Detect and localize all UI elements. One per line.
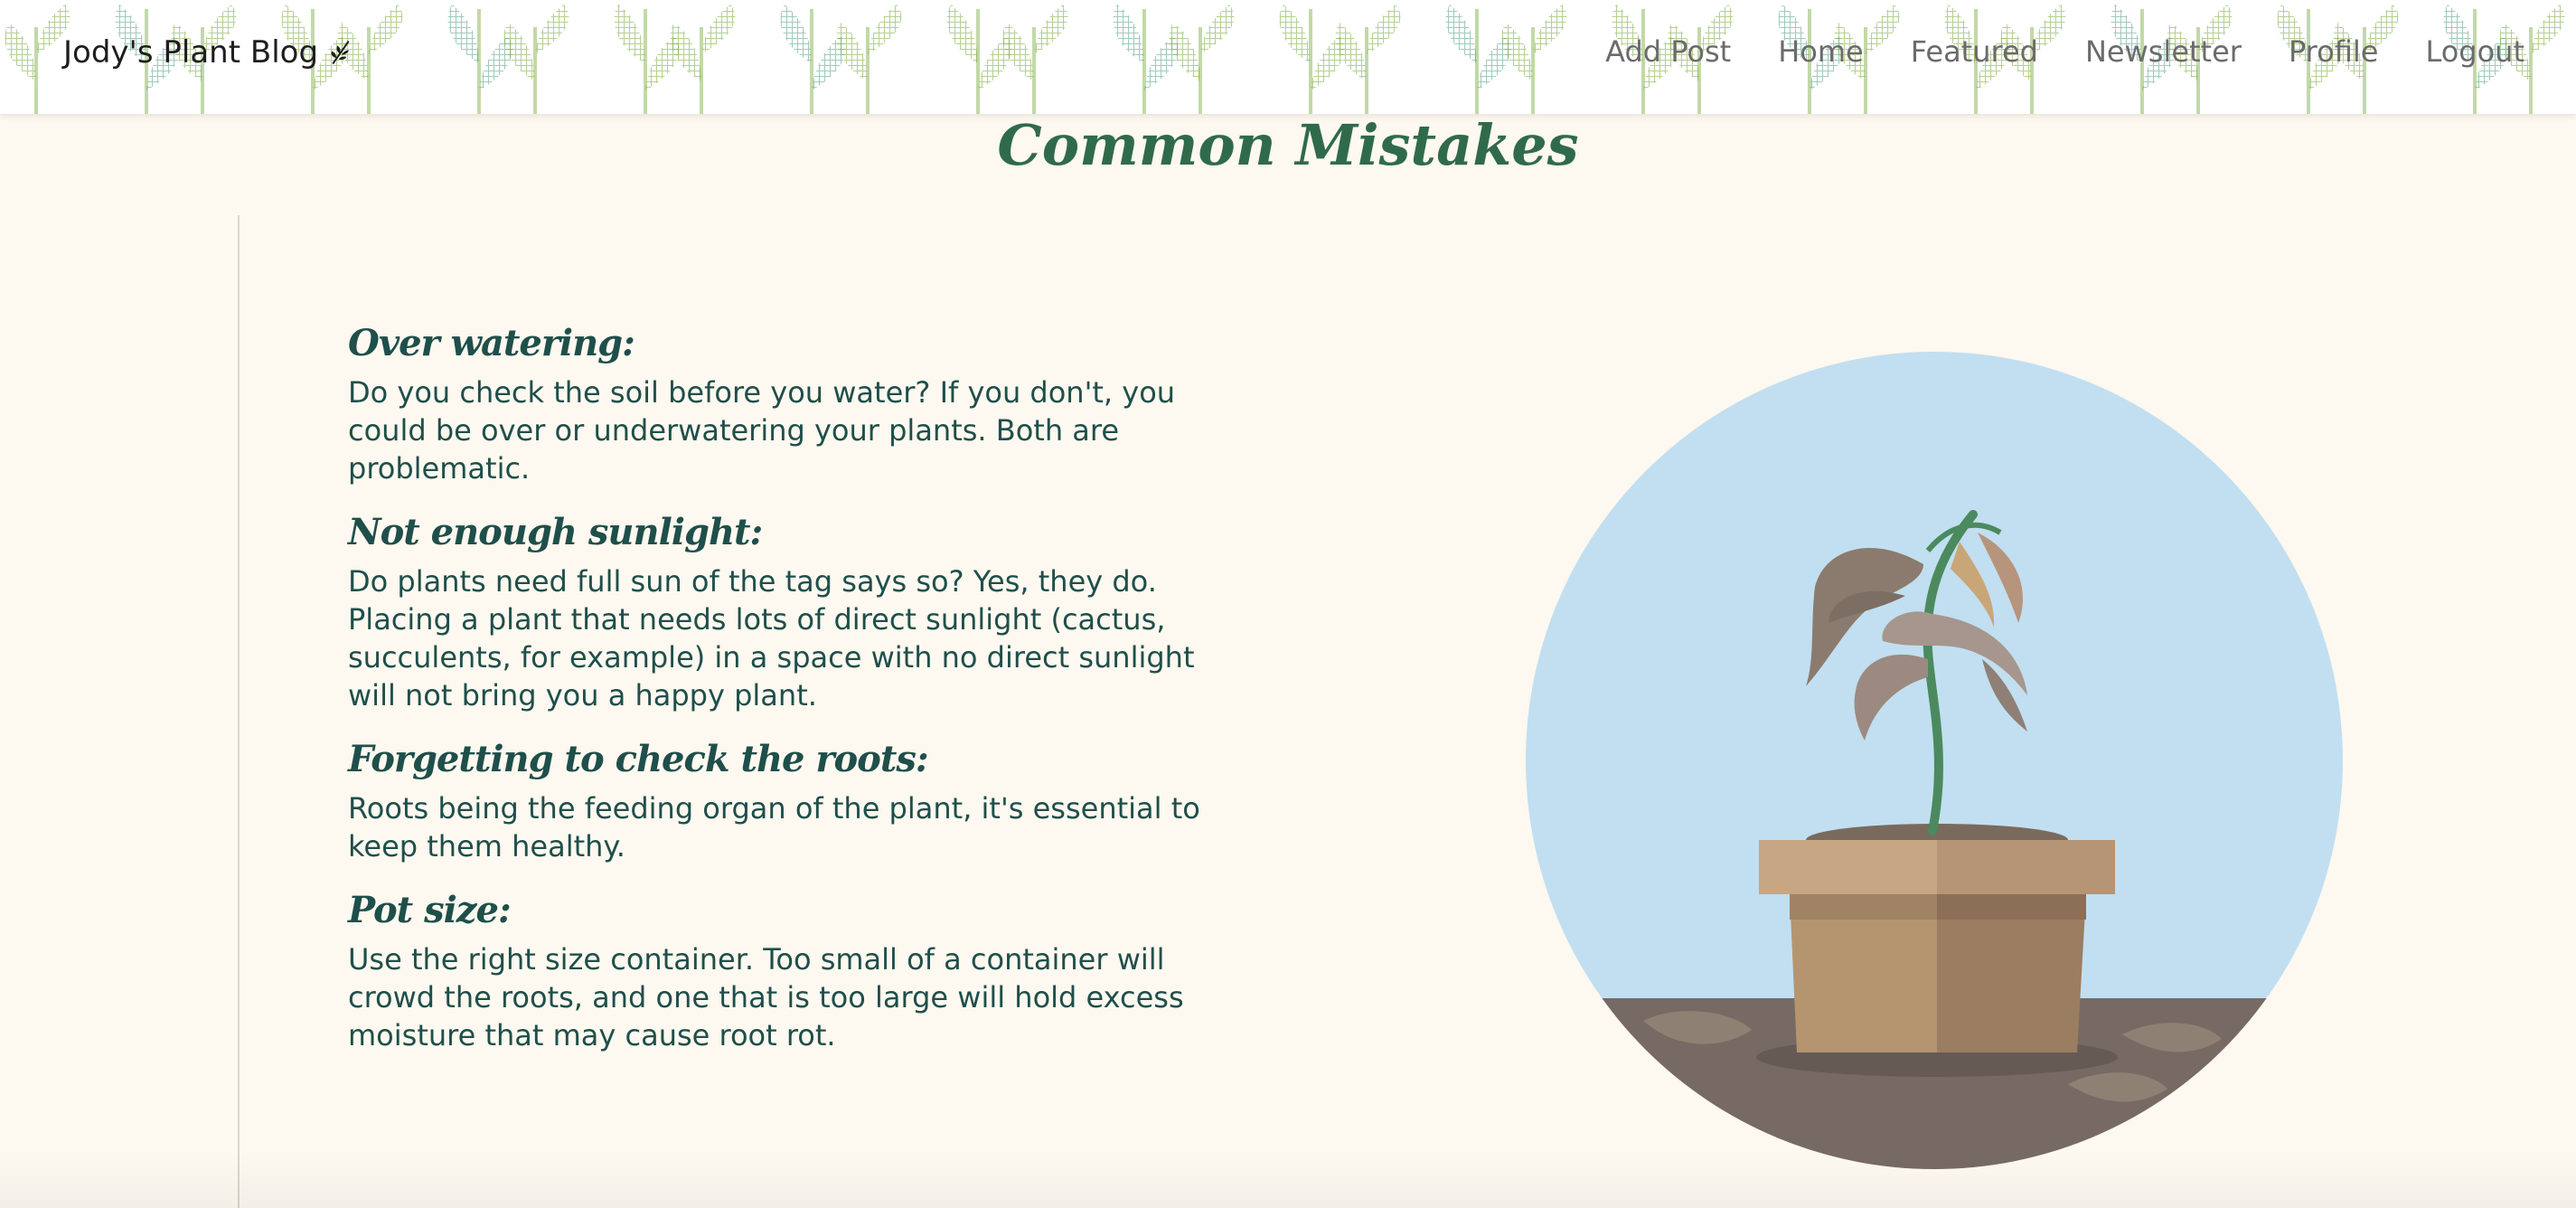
nav-newsletter[interactable]: Newsletter xyxy=(2085,34,2242,69)
brand-link[interactable]: Jody's Plant Blog xyxy=(63,34,354,71)
main-nav: Add Post Home Featured Newsletter Profil… xyxy=(1605,34,2524,69)
section-body: Roots being the feeding organ of the pla… xyxy=(348,791,1200,864)
section-heading: Not enough sunlight: xyxy=(348,511,763,553)
site-header: Jody's Plant Blog Add Post Home Featured… xyxy=(0,0,2576,114)
nav-profile[interactable]: Profile xyxy=(2289,34,2379,69)
page-title: Common Mistakes xyxy=(997,112,1579,178)
section-heading: Forgetting to check the roots: xyxy=(348,738,929,780)
section-sunlight: Not enough sunlight: Do plants need full… xyxy=(348,511,1216,714)
wilting-plant-illustration xyxy=(1526,352,2343,1169)
section-heading: Over watering: xyxy=(348,322,635,364)
bottom-shade xyxy=(0,1154,2576,1208)
section-over-watering: Over watering: Do you check the soil bef… xyxy=(348,322,1216,487)
section-heading: Pot size: xyxy=(348,889,512,931)
section-body: Do plants need full sun of the tag says … xyxy=(348,564,1195,713)
nav-featured[interactable]: Featured xyxy=(1911,34,2038,69)
nav-add-post[interactable]: Add Post xyxy=(1605,34,1731,69)
leaf-sprig-icon xyxy=(331,40,350,65)
section-pot-size: Pot size: Use the right size container. … xyxy=(348,889,1216,1054)
section-roots: Forgetting to check the roots: Roots bei… xyxy=(348,738,1216,865)
section-body: Use the right size container. Too small … xyxy=(348,942,1184,1052)
mistakes-list: Over watering: Do you check the soil bef… xyxy=(348,322,1216,1078)
section-body: Do you check the soil before you water? … xyxy=(348,375,1176,486)
brand-title: Jody's Plant Blog xyxy=(63,34,319,71)
nav-home[interactable]: Home xyxy=(1778,34,1864,69)
content-divider xyxy=(238,215,240,1208)
nav-logout[interactable]: Logout xyxy=(2425,34,2524,69)
